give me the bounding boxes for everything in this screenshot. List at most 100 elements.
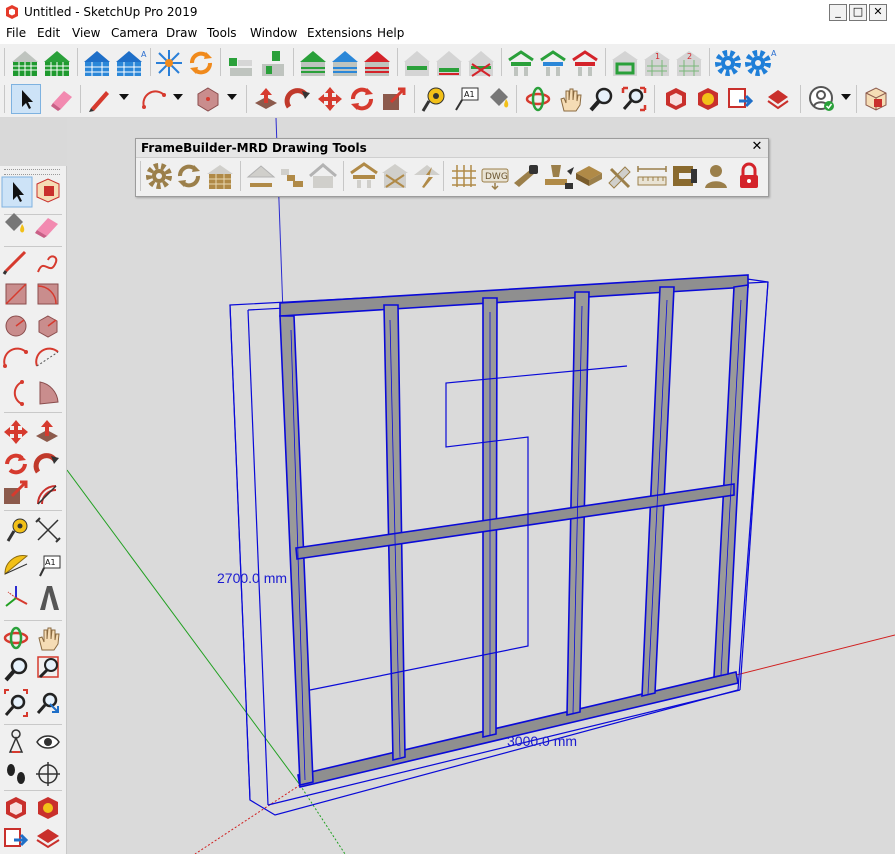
- text-icon[interactable]: A1: [39, 555, 61, 577]
- menu-file[interactable]: File: [6, 26, 26, 40]
- text-icon[interactable]: A1: [452, 85, 480, 113]
- dimension-icon[interactable]: [35, 517, 61, 543]
- axes-icon[interactable]: [5, 586, 28, 607]
- fb-measure-icon[interactable]: [635, 161, 669, 191]
- fb-user-icon[interactable]: [701, 161, 731, 191]
- follow-me-icon[interactable]: [33, 453, 59, 474]
- truss-red-icon[interactable]: [570, 48, 600, 78]
- fb-lock-icon[interactable]: [734, 161, 764, 191]
- select-arrow-icon[interactable]: [11, 84, 41, 114]
- orbit-icon[interactable]: [524, 85, 552, 113]
- extension-manager-icon[interactable]: [764, 85, 792, 113]
- fb-dwg-export-icon[interactable]: DWG: [479, 161, 511, 191]
- house-grid-green-icon[interactable]: [10, 48, 40, 78]
- move-icon[interactable]: [4, 420, 28, 444]
- section-plane-icon[interactable]: [36, 762, 60, 786]
- pencil-icon[interactable]: [86, 85, 114, 113]
- arc-icon[interactable]: [140, 85, 168, 113]
- maximize-button[interactable]: □: [849, 4, 867, 21]
- menu-edit[interactable]: Edit: [37, 26, 60, 40]
- pan-icon[interactable]: [38, 627, 60, 651]
- settings-gear-blue-icon[interactable]: [713, 48, 743, 78]
- eraser-icon[interactable]: [48, 85, 76, 113]
- house-grid-green-icon[interactable]: [42, 48, 72, 78]
- fb-truss-arrow-icon[interactable]: [412, 161, 442, 191]
- fb-stairs-icon[interactable]: [277, 161, 307, 191]
- previous-view-icon[interactable]: [36, 692, 59, 714]
- walk-icon[interactable]: [7, 764, 25, 784]
- extension-warehouse-icon[interactable]: [38, 797, 58, 819]
- fb-grid-icon[interactable]: [448, 161, 478, 191]
- paint-bucket-icon[interactable]: [484, 85, 512, 113]
- fb-clamp-icon[interactable]: [669, 161, 699, 191]
- window-frame-1-icon[interactable]: 1: [642, 48, 672, 78]
- fb-cross-brace-icon[interactable]: [380, 161, 410, 191]
- framebuilder-close-button[interactable]: ✕: [750, 140, 764, 154]
- framing-star-icon[interactable]: [154, 48, 184, 78]
- protractor-icon[interactable]: [4, 555, 29, 576]
- rectangle-icon[interactable]: [5, 283, 27, 305]
- tape-measure-icon[interactable]: [420, 85, 448, 113]
- framebuilder-drawing-tools-window[interactable]: FrameBuilder-MRD Drawing Tools ✕ DWG: [135, 138, 769, 197]
- 3d-warehouse-icon[interactable]: [662, 85, 690, 113]
- menu-extensions[interactable]: Extensions: [307, 26, 372, 40]
- 3d-text-icon[interactable]: [40, 586, 59, 610]
- follow-me-icon[interactable]: [284, 85, 312, 113]
- dropdown-icon[interactable]: [840, 91, 852, 103]
- arc-icon[interactable]: [3, 347, 28, 368]
- fb-roof-frame-icon[interactable]: [349, 161, 379, 191]
- framebuilder-title-bar[interactable]: FrameBuilder-MRD Drawing Tools ✕: [136, 139, 768, 158]
- eraser-icon[interactable]: [35, 218, 58, 238]
- menu-help[interactable]: Help: [377, 26, 404, 40]
- menu-draw[interactable]: Draw: [166, 26, 197, 40]
- 3d-warehouse-icon[interactable]: [6, 797, 26, 819]
- circle-icon[interactable]: [5, 315, 27, 337]
- house-blue-icon[interactable]: [82, 48, 112, 78]
- refresh-orange-icon[interactable]: [186, 48, 216, 78]
- make-component-icon[interactable]: [36, 178, 60, 203]
- close-button[interactable]: ✕: [869, 4, 887, 21]
- fb-refresh-icon[interactable]: [174, 161, 204, 191]
- pan-icon[interactable]: [556, 85, 584, 113]
- minimize-button[interactable]: _: [829, 4, 847, 21]
- menu-view[interactable]: View: [72, 26, 100, 40]
- zoom-extents-icon[interactable]: [4, 689, 28, 717]
- offset-icon[interactable]: [37, 485, 57, 505]
- fb-settings-gear-icon[interactable]: [144, 161, 174, 191]
- menu-window[interactable]: Window: [250, 26, 297, 40]
- wall-green-icon[interactable]: [402, 48, 432, 78]
- truss-blue-icon[interactable]: [538, 48, 568, 78]
- push-pull-icon[interactable]: [252, 85, 280, 113]
- pie-icon[interactable]: [39, 381, 59, 405]
- scale-icon[interactable]: [380, 85, 408, 113]
- fb-gable-icon[interactable]: [308, 161, 338, 191]
- menu-camera[interactable]: Camera: [111, 26, 158, 40]
- paint-bucket-icon[interactable]: [5, 213, 25, 233]
- send-to-layout-icon[interactable]: [4, 828, 29, 847]
- rotated-rectangle-icon[interactable]: [37, 283, 59, 305]
- polygon-icon[interactable]: [38, 315, 58, 338]
- two-point-arc-icon[interactable]: [35, 347, 59, 367]
- fb-roof-icon[interactable]: [246, 161, 276, 191]
- zoom-extents-icon[interactable]: [620, 85, 648, 113]
- truss-green-icon[interactable]: [506, 48, 536, 78]
- line-icon[interactable]: [2, 250, 27, 275]
- fb-nail-gun-icon[interactable]: [541, 161, 575, 191]
- zoom-icon[interactable]: [588, 85, 616, 113]
- fb-saw-icon[interactable]: [511, 161, 541, 191]
- dropdown-icon[interactable]: [118, 91, 130, 103]
- extension-warehouse-icon[interactable]: [694, 85, 722, 113]
- 3d-viewport[interactable]: 2700.0 mm 3000.0 mm: [67, 118, 895, 854]
- look-around-icon[interactable]: [36, 735, 60, 749]
- push-pull-icon[interactable]: [36, 420, 58, 442]
- rotate-icon[interactable]: [348, 85, 376, 113]
- position-camera-icon[interactable]: [8, 729, 24, 753]
- profile-icon[interactable]: [808, 85, 836, 113]
- house-red-icon[interactable]: [362, 48, 392, 78]
- fb-timber-stack-icon[interactable]: [573, 161, 605, 191]
- house-green-icon[interactable]: [298, 48, 328, 78]
- send-to-layout-icon[interactable]: [726, 85, 754, 113]
- dropdown-icon[interactable]: [226, 91, 238, 103]
- rotate-icon[interactable]: [5, 453, 27, 475]
- orbit-icon[interactable]: [3, 626, 29, 650]
